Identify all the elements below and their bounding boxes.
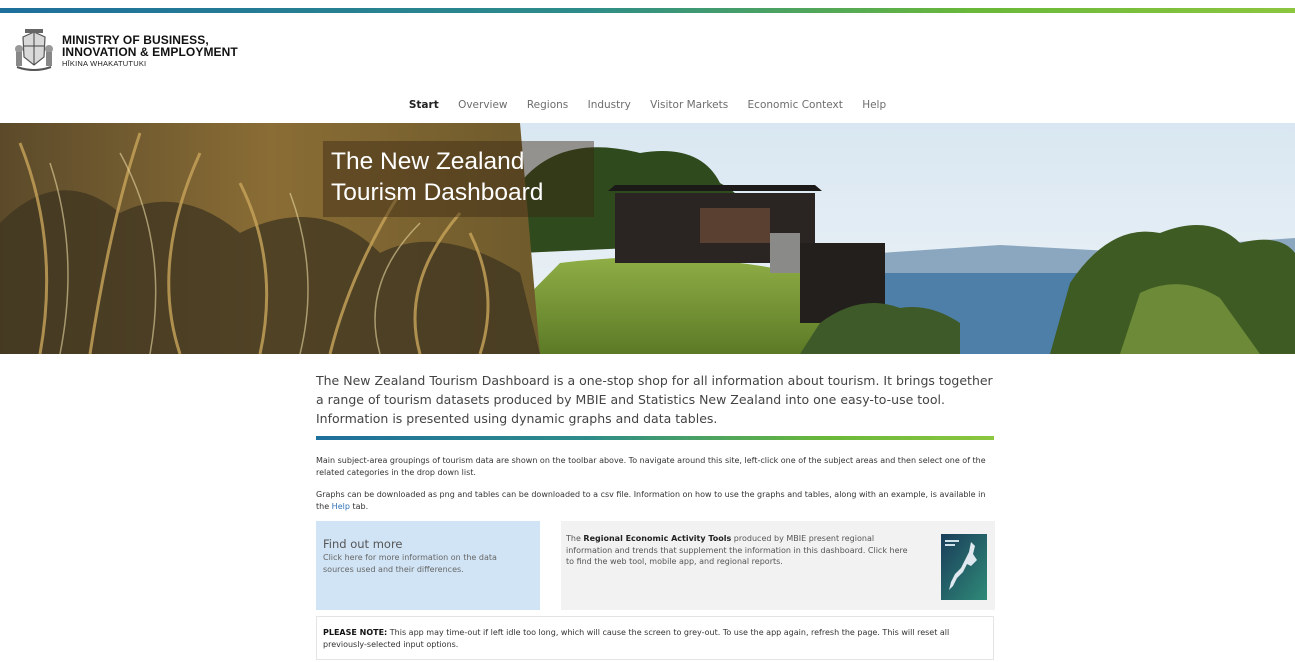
intro-paragraph: The New Zealand Tourism Dashboard is a o…	[316, 373, 993, 426]
find-out-more-text: Click here for more information on the d…	[323, 553, 497, 574]
hero-title-line2: Tourism Dashboard	[331, 179, 544, 206]
ministry-logo[interactable]: MINISTRY OF BUSINESS, INNOVATION & EMPLO…	[13, 29, 273, 71]
logo-text-line2: INNOVATION & EMPLOYMENT	[62, 45, 238, 59]
reat-description: The Regional Economic Activity Tools pro…	[566, 533, 916, 568]
nav-tab-economic-context[interactable]: Economic Context	[748, 99, 843, 111]
hero-title-box: The New Zealand Tourism Dashboard	[323, 141, 594, 217]
nav-tab-visitor-markets[interactable]: Visitor Markets	[650, 99, 728, 111]
nav-tab-start[interactable]: Start	[409, 99, 439, 111]
hero-title-line1: The New Zealand	[331, 148, 525, 175]
reat-text-start: The	[566, 534, 584, 543]
reat-tools-name: Regional Economic Activity Tools	[583, 534, 732, 543]
find-out-more-title: Find out more	[323, 537, 403, 551]
nz-coat-of-arms-icon	[13, 29, 55, 71]
top-gradient-bar	[0, 8, 1295, 13]
download-text: Graphs can be downloaded as png and tabl…	[316, 490, 986, 511]
help-link[interactable]: Help	[332, 502, 350, 511]
find-out-more-panel[interactable]: Find out more Click here for more inform…	[316, 521, 540, 610]
hero-banner: The New Zealand Tourism Dashboard	[0, 123, 1295, 354]
download-text-end: tab.	[349, 501, 369, 511]
section-divider	[316, 436, 994, 440]
please-note-label: PLEASE NOTE:	[323, 628, 388, 637]
regional-economic-activity-panel[interactable]: The Regional Economic Activity Tools pro…	[561, 521, 995, 610]
please-note-box: PLEASE NOTE: This app may time-out if le…	[316, 616, 994, 660]
please-note-text: PLEASE NOTE: This app may time-out if le…	[323, 627, 983, 650]
nav-tab-industry[interactable]: Industry	[588, 99, 631, 111]
nav-tab-regions[interactable]: Regions	[527, 99, 568, 111]
hero-title: The New Zealand Tourism Dashboard	[331, 146, 543, 208]
nav-tab-help[interactable]: Help	[862, 99, 886, 111]
download-instructions: Graphs can be downloaded as png and tabl…	[316, 489, 996, 512]
logo-text-line3: HĪKINA WHAKATUTUKI	[62, 59, 147, 68]
hero-landscape-image	[0, 123, 1295, 354]
please-note-message: This app may time-out if left idle too l…	[323, 628, 950, 649]
nav-tab-overview[interactable]: Overview	[458, 99, 507, 111]
main-nav: Start Overview Regions Industry Visitor …	[0, 99, 1295, 111]
navigation-instructions: Main subject-area groupings of tourism d…	[316, 456, 986, 477]
regional-report-thumbnail-icon	[941, 534, 987, 600]
